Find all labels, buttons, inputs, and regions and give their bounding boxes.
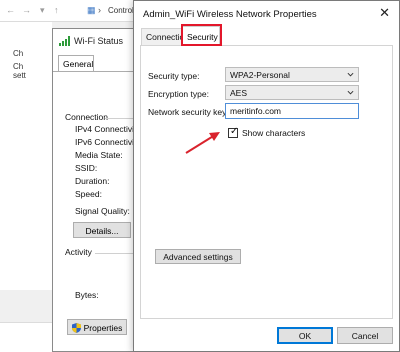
wifi-status-title: Wi-Fi Status (74, 36, 124, 46)
breadcrumb[interactable]: Control (108, 6, 134, 15)
wifi-status-window: Wi-Fi Status General Connection IPv4 Con… (52, 28, 143, 352)
chevron-down-icon (347, 90, 354, 95)
wifi-status-content: Connection IPv4 Connectivit IPv6 Connect… (53, 71, 143, 351)
security-type-value: WPA2-Personal (230, 70, 290, 80)
tab-general[interactable]: General (58, 55, 94, 72)
ipv4-label: IPv4 Connectivit (75, 124, 137, 134)
wifi-status-titlebar[interactable]: Wi-Fi Status (53, 29, 141, 53)
control-panel-icon: ▦ (87, 5, 96, 15)
duration-label: Duration: (75, 176, 110, 186)
wireless-properties-dialog: Admin_WiFi Wireless Network Properties ✕… (133, 0, 400, 352)
close-icon[interactable]: ✕ (379, 5, 390, 21)
breadcrumb-chevron-icon: › (98, 5, 101, 15)
security-type-label: Security type: (148, 71, 200, 81)
bytes-label: Bytes: (75, 290, 99, 300)
show-characters-checkbox[interactable]: ✓ (228, 126, 239, 138)
ssid-label: SSID: (75, 163, 98, 173)
cancel-button[interactable]: Cancel (337, 327, 393, 344)
checkmark-icon: ✓ (230, 126, 239, 137)
signal-bars-icon (59, 36, 70, 46)
advanced-settings-button[interactable]: Advanced settings (155, 249, 241, 264)
left-pane-bottom (0, 322, 52, 352)
show-characters-label[interactable]: Show characters (242, 128, 305, 138)
network-key-label: Network security key (148, 107, 227, 117)
details-button[interactable]: Details... (73, 222, 131, 238)
signal-quality-label: Signal Quality: (75, 206, 130, 216)
encryption-type-select[interactable]: AES (225, 85, 359, 100)
up-arrow-icon[interactable]: ↑ (54, 5, 59, 15)
dropdown-icon[interactable]: ▾ (40, 5, 45, 16)
dialog-title: Admin_WiFi Wireless Network Properties (143, 9, 317, 20)
annotation-arrow-icon (185, 132, 220, 154)
security-tab-highlight (181, 24, 222, 46)
ipv6-label: IPv6 Connectivit (75, 137, 137, 147)
ok-button[interactable]: OK (277, 327, 333, 344)
security-type-select[interactable]: WPA2-Personal (225, 67, 359, 82)
forward-arrow-icon[interactable]: → (22, 5, 31, 15)
activity-heading: Activity (65, 247, 92, 257)
left-pane-link[interactable]: Ch (13, 62, 23, 71)
uac-shield-icon (72, 323, 81, 333)
left-pane: Ch Ch sett (0, 22, 52, 290)
speed-label: Speed: (75, 189, 102, 199)
media-state-label: Media State: (75, 150, 123, 160)
security-tab-content: Security type: WPA2-Personal Encryption … (140, 45, 393, 319)
properties-button-label: Properties (83, 323, 123, 333)
left-pane-link[interactable]: sett (13, 71, 26, 80)
back-arrow-icon[interactable]: ← (6, 5, 15, 15)
chevron-down-icon (347, 72, 354, 77)
connection-heading: Connection (65, 112, 109, 122)
encryption-type-value: AES (230, 88, 248, 98)
encryption-type-label: Encryption type: (148, 89, 209, 99)
properties-button[interactable]: Properties (67, 319, 127, 335)
left-pane-link[interactable]: Ch (13, 49, 23, 58)
address-bar[interactable]: ← → ▾ ↑ ▦ › Control (0, 0, 140, 22)
network-key-input[interactable]: meritinfo.com (225, 103, 359, 119)
